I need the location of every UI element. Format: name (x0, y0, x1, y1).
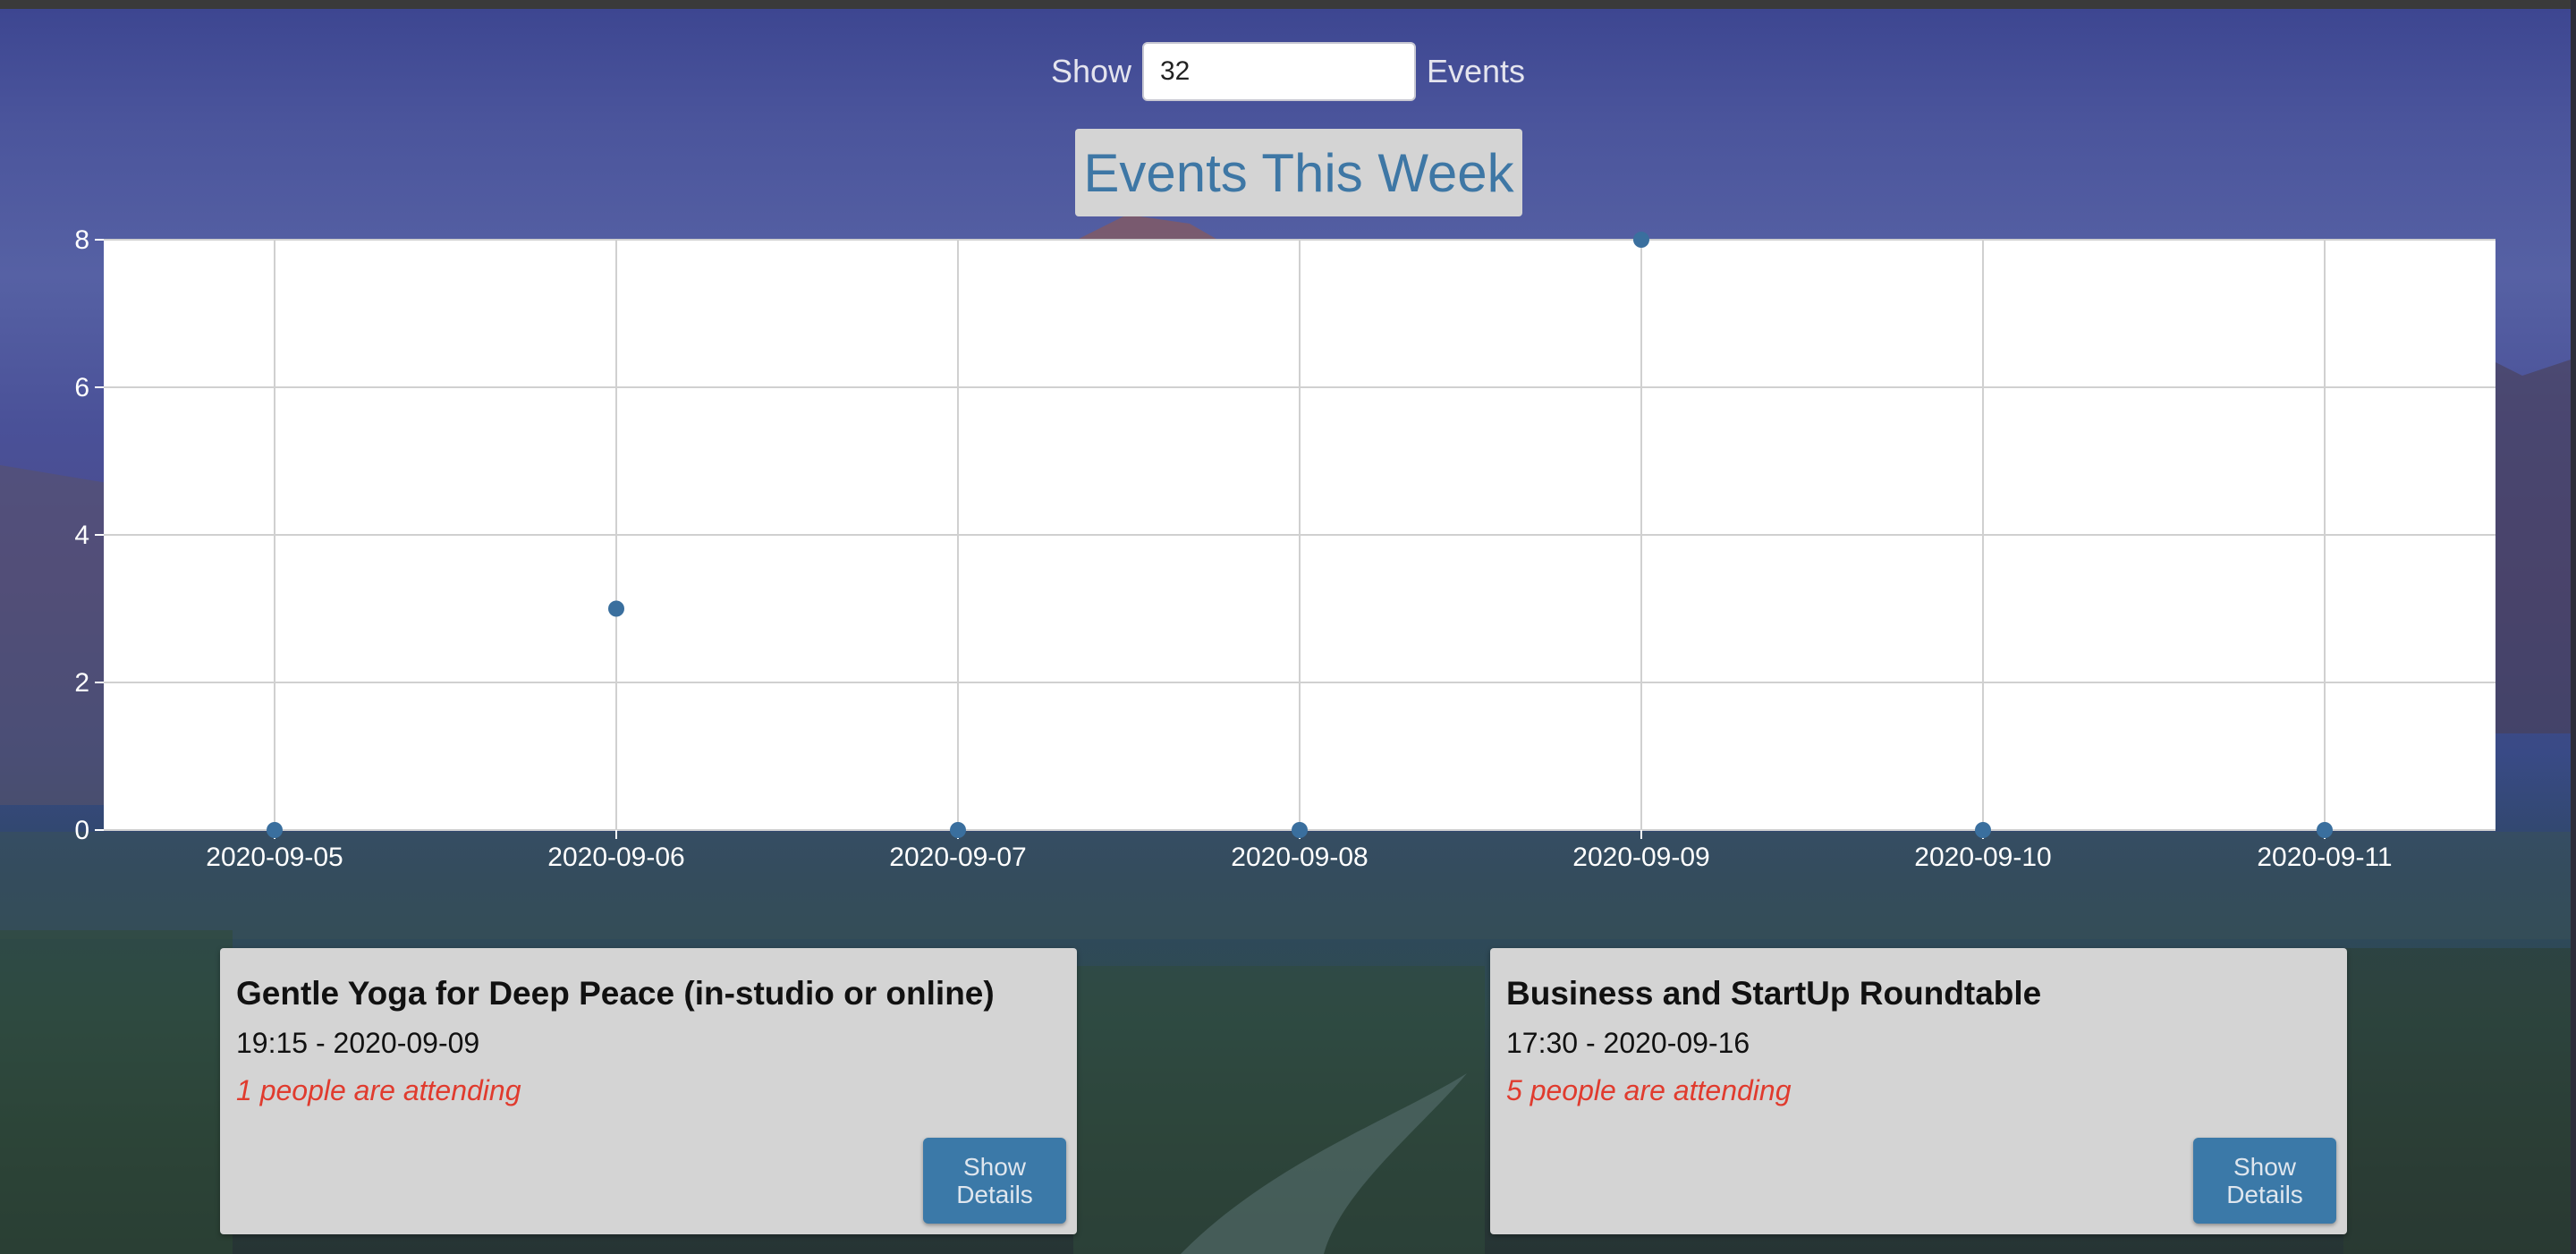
y-tick-label: 0 (74, 816, 89, 845)
window-right-edge (2571, 0, 2576, 1254)
data-point (2317, 822, 2333, 838)
data-point (267, 822, 283, 838)
event-name: Gentle Yoga for Deep Peace (in-studio or… (236, 975, 995, 1012)
event-card: Business and StartUp Roundtable 17:30 - … (1490, 948, 2347, 1234)
show-label: Show (1050, 53, 1131, 89)
event-count-input[interactable] (1142, 42, 1416, 101)
x-tick-label: 2020-09-11 (2257, 843, 2392, 872)
data-point (608, 600, 624, 617)
y-tick-label: 2 (74, 668, 89, 698)
event-count-controls: Show Events (0, 39, 2576, 104)
event-card: Gentle Yoga for Deep Peace (in-studio or… (220, 948, 1077, 1234)
y-tick-label: 4 (74, 521, 89, 550)
plot-area (104, 240, 2496, 830)
show-details-button[interactable]: Show Details (923, 1138, 1066, 1224)
data-point (1292, 822, 1308, 838)
event-time: 19:15 - 2020-09-09 (236, 1027, 480, 1059)
x-tick-label: 2020-09-07 (889, 843, 1026, 872)
x-tick-label: 2020-09-08 (1231, 843, 1368, 872)
chart-title: Events This Week (1075, 129, 1522, 216)
show-details-button[interactable]: Show Details (2193, 1138, 2336, 1224)
y-tick-label: 8 (74, 225, 89, 255)
window-top-bar (0, 0, 2576, 9)
x-tick-label: 2020-09-09 (1572, 843, 1709, 872)
event-attending: 5 people are attending (1506, 1074, 1792, 1106)
event-name: Business and StartUp Roundtable (1506, 975, 2042, 1012)
x-tick-label: 2020-09-05 (206, 843, 343, 872)
events-label: Events (1427, 53, 1526, 89)
y-tick-label: 6 (74, 373, 89, 402)
data-point (950, 822, 966, 838)
event-time: 17:30 - 2020-09-16 (1506, 1027, 1750, 1059)
event-attending: 1 people are attending (236, 1074, 521, 1106)
x-tick-label: 2020-09-06 (547, 843, 684, 872)
data-point (1975, 822, 1991, 838)
data-point (1633, 232, 1649, 248)
x-tick-label: 2020-09-10 (1914, 843, 2051, 872)
